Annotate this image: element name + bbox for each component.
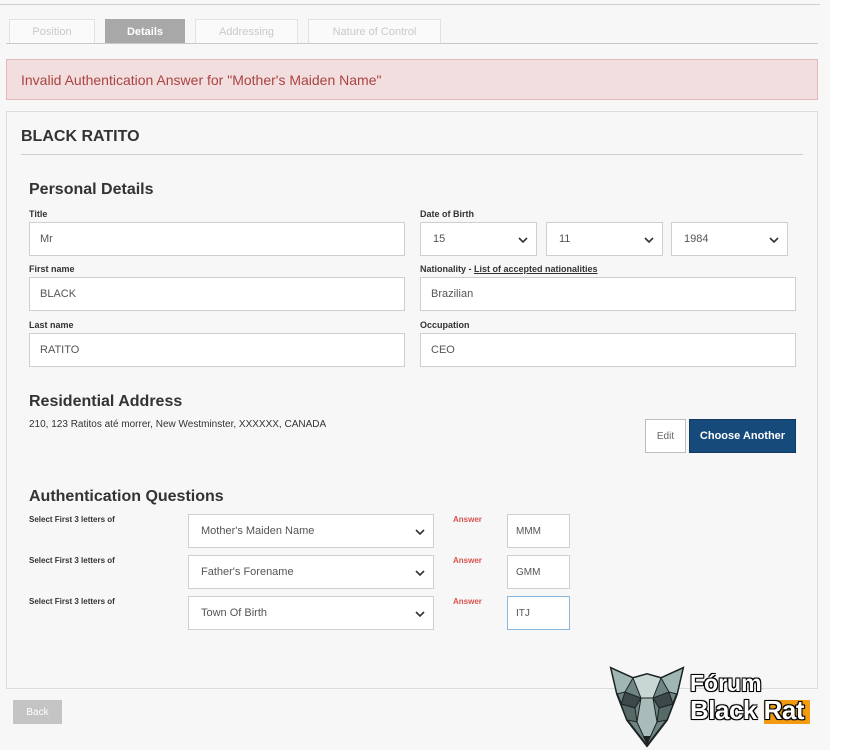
dob-day-value: 15 xyxy=(433,233,446,245)
dob-month-select[interactable]: 11 xyxy=(546,222,663,256)
auth-questions-heading: Authentication Questions xyxy=(29,488,224,505)
first-name-label: First name xyxy=(29,264,75,274)
auth-answer-1-field[interactable]: MMM xyxy=(507,514,570,548)
auth-answer-2-value: GMM xyxy=(516,566,541,578)
auth-answer-3-field[interactable]: ITJ xyxy=(507,596,570,630)
chevron-down-icon xyxy=(518,237,528,244)
auth-answer-3-value: ITJ xyxy=(516,607,530,619)
auth-question-3-label: Select First 3 letters of xyxy=(29,597,115,606)
dob-day-select[interactable]: 15 xyxy=(420,222,537,256)
title-value: Mr xyxy=(40,233,53,245)
auth-answer-1-value: MMM xyxy=(516,525,541,537)
rat-head-logo-icon xyxy=(609,666,685,748)
address-text: 210, 123 Ratitos até morrer, New Westmin… xyxy=(29,419,327,430)
top-divider xyxy=(0,4,820,5)
tabs-divider xyxy=(6,43,818,44)
auth-question-3-value: Town Of Birth xyxy=(201,607,268,619)
auth-answer-2-label: Answer xyxy=(453,556,482,565)
error-alert: Invalid Authentication Answer for "Mothe… xyxy=(6,59,818,100)
panel-title: BLACK RATITO xyxy=(21,128,140,145)
occupation-value: CEO xyxy=(431,344,455,356)
watermark-text: Fórum Black Rat xyxy=(690,670,805,725)
tab-details[interactable]: Details xyxy=(105,19,185,44)
watermark-line-1: Fórum xyxy=(690,670,762,696)
auth-question-2-select[interactable]: Father's Forename xyxy=(188,555,434,589)
tab-nature-of-control[interactable]: Nature of Control xyxy=(308,19,441,44)
dob-year-select[interactable]: 1984 xyxy=(671,222,788,256)
nationality-field[interactable]: Brazilian xyxy=(420,277,796,311)
error-alert-message: Invalid Authentication Answer for "Mothe… xyxy=(21,71,382,88)
last-name-value: RATITO xyxy=(40,344,80,356)
dob-year-value: 1984 xyxy=(684,233,709,245)
details-panel: BLACK RATITO Personal Details Title Mr D… xyxy=(6,111,818,689)
auth-question-1-value: Mother's Maiden Name xyxy=(201,525,315,537)
auth-question-2-value: Father's Forename xyxy=(201,566,294,578)
dob-label: Date of Birth xyxy=(420,209,474,219)
nationality-label-text: Nationality - xyxy=(420,264,475,274)
chevron-down-icon xyxy=(644,237,654,244)
nationality-label: Nationality - List of accepted nationali… xyxy=(420,264,598,274)
accepted-nationalities-link[interactable]: List of accepted nationalities xyxy=(474,264,598,274)
tab-addressing[interactable]: Addressing xyxy=(195,19,298,44)
last-name-field[interactable]: RATITO xyxy=(29,333,405,367)
auth-question-1-label: Select First 3 letters of xyxy=(29,515,115,524)
last-name-label: Last name xyxy=(29,320,74,330)
auth-question-3-select[interactable]: Town Of Birth xyxy=(188,596,434,630)
nationality-value: Brazilian xyxy=(431,288,474,300)
choose-another-address-button[interactable]: Choose Another xyxy=(689,419,796,453)
panel-divider xyxy=(21,154,803,155)
dob-month-value: 11 xyxy=(559,233,571,245)
first-name-field[interactable]: BLACK xyxy=(29,277,405,311)
edit-address-button[interactable]: Edit xyxy=(645,419,686,453)
auth-answer-1-label: Answer xyxy=(453,515,482,524)
title-field[interactable]: Mr xyxy=(29,222,405,256)
auth-question-2-label: Select First 3 letters of xyxy=(29,556,115,565)
occupation-label: Occupation xyxy=(420,320,470,330)
personal-details-heading: Personal Details xyxy=(29,181,154,198)
chevron-down-icon xyxy=(415,529,425,536)
forum-black-rat-watermark: Fórum Black Rat xyxy=(607,664,832,748)
first-name-value: BLACK xyxy=(40,288,77,300)
title-label: Title xyxy=(29,209,48,219)
watermark-line-2: Black Rat xyxy=(690,695,805,725)
chevron-down-icon xyxy=(769,237,779,244)
tab-position[interactable]: Position xyxy=(9,19,95,44)
chevron-down-icon xyxy=(415,611,425,618)
chevron-down-icon xyxy=(415,570,425,577)
page: Position Details Addressing Nature of Co… xyxy=(0,0,830,750)
residential-address-heading: Residential Address xyxy=(29,393,183,410)
auth-answer-2-field[interactable]: GMM xyxy=(507,555,570,589)
auth-answer-3-label: Answer xyxy=(453,597,482,606)
auth-question-1-select[interactable]: Mother's Maiden Name xyxy=(188,514,434,548)
occupation-field[interactable]: CEO xyxy=(420,333,796,367)
back-button[interactable]: Back xyxy=(13,700,62,724)
